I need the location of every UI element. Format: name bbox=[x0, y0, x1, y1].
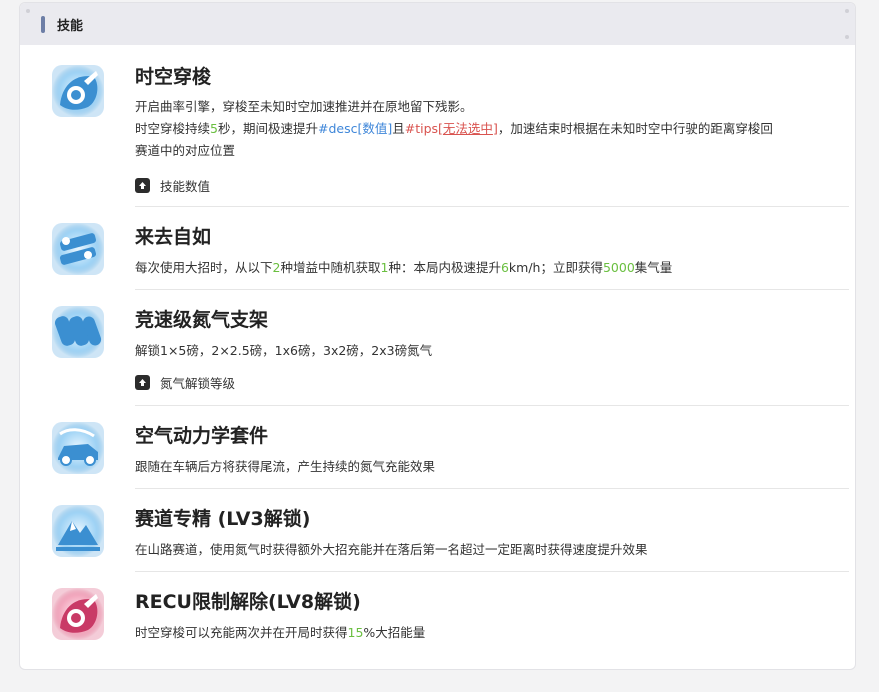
skill-description: 在山路赛道，使用氮气时获得额外大招充能并在落后第一名超过一定距离时获得速度提升效… bbox=[135, 542, 648, 557]
skill-title: 竞速级氮气支架 bbox=[135, 309, 269, 331]
skill-title: 时空穿梭 bbox=[135, 66, 212, 88]
section-title: 技能 bbox=[57, 18, 84, 34]
aero-kit-icon bbox=[52, 422, 104, 474]
skills-panel: 技能 时空穿梭 开启曲率引擎，穿梭至未知时空加速推进并在原地留下残影。 时空穿梭… bbox=[19, 2, 856, 670]
skill-description: 跟随在车辆后方将获得尾流，产生持续的氮气充能效果 bbox=[135, 459, 436, 474]
skill-description: 时空穿梭可以充能两次并在开局时获得15%大招能量 bbox=[135, 625, 426, 640]
skill-description: 开启曲率引擎，穿梭至未知时空加速推进并在原地留下残影。 时空穿梭持续5秒，期间极… bbox=[135, 99, 773, 158]
skill-item-nitro: 竞速级氮气支架 解锁1×5磅，2×2.5磅，1x6磅，3x2磅，2x3磅氮气 氮… bbox=[20, 290, 855, 405]
skill-title: 来去自如 bbox=[135, 226, 212, 248]
skill-item-recu: RECU限制解除(LV8解锁) 时空穿梭可以充能两次并在开局时获得15%大招能量 bbox=[20, 572, 855, 662]
engine-parts-icon bbox=[52, 223, 104, 275]
header-accent-bar bbox=[41, 15, 45, 33]
expand-up-icon[interactable] bbox=[135, 178, 150, 193]
skill-description: 每次使用大招时，从以下2种增益中随机获取1种：本局内极速提升6km/h；立即获得… bbox=[135, 260, 673, 275]
nitro-unlock-toggle[interactable]: 氮气解锁等级 bbox=[135, 373, 851, 392]
mountain-icon bbox=[52, 505, 104, 557]
skill-item-track: 赛道专精 (LV3解锁) 在山路赛道，使用氮气时获得额外大招充能并在落后第一名超… bbox=[20, 489, 855, 571]
skill-values-toggle[interactable]: 技能数值 bbox=[135, 176, 851, 195]
skill-description: 解锁1×5磅，2×2.5磅，1x6磅，3x2磅，2x3磅氮气 bbox=[135, 343, 433, 358]
skill-item-warp: 时空穿梭 开启曲率引擎，穿梭至未知时空加速推进并在原地留下残影。 时空穿梭持续5… bbox=[20, 45, 855, 207]
skill-item-aero: 空气动力学套件 跟随在车辆后方将获得尾流，产生持续的氮气充能效果 bbox=[20, 406, 855, 488]
skill-item-free: 来去自如 每次使用大招时，从以下2种增益中随机获取1种：本局内极速提升6km/h… bbox=[20, 207, 855, 289]
warp-drive-icon bbox=[52, 65, 104, 117]
recu-unlock-icon bbox=[52, 588, 104, 640]
skill-title: 赛道专精 (LV3解锁) bbox=[135, 508, 311, 530]
nitro-tanks-icon bbox=[52, 306, 104, 358]
skill-title: 空气动力学套件 bbox=[135, 425, 269, 447]
expand-up-icon[interactable] bbox=[135, 375, 150, 390]
tips-link[interactable]: 无法选中 bbox=[443, 121, 493, 136]
section-header: 技能 bbox=[20, 3, 855, 45]
skill-title: RECU限制解除(LV8解锁) bbox=[135, 591, 361, 613]
